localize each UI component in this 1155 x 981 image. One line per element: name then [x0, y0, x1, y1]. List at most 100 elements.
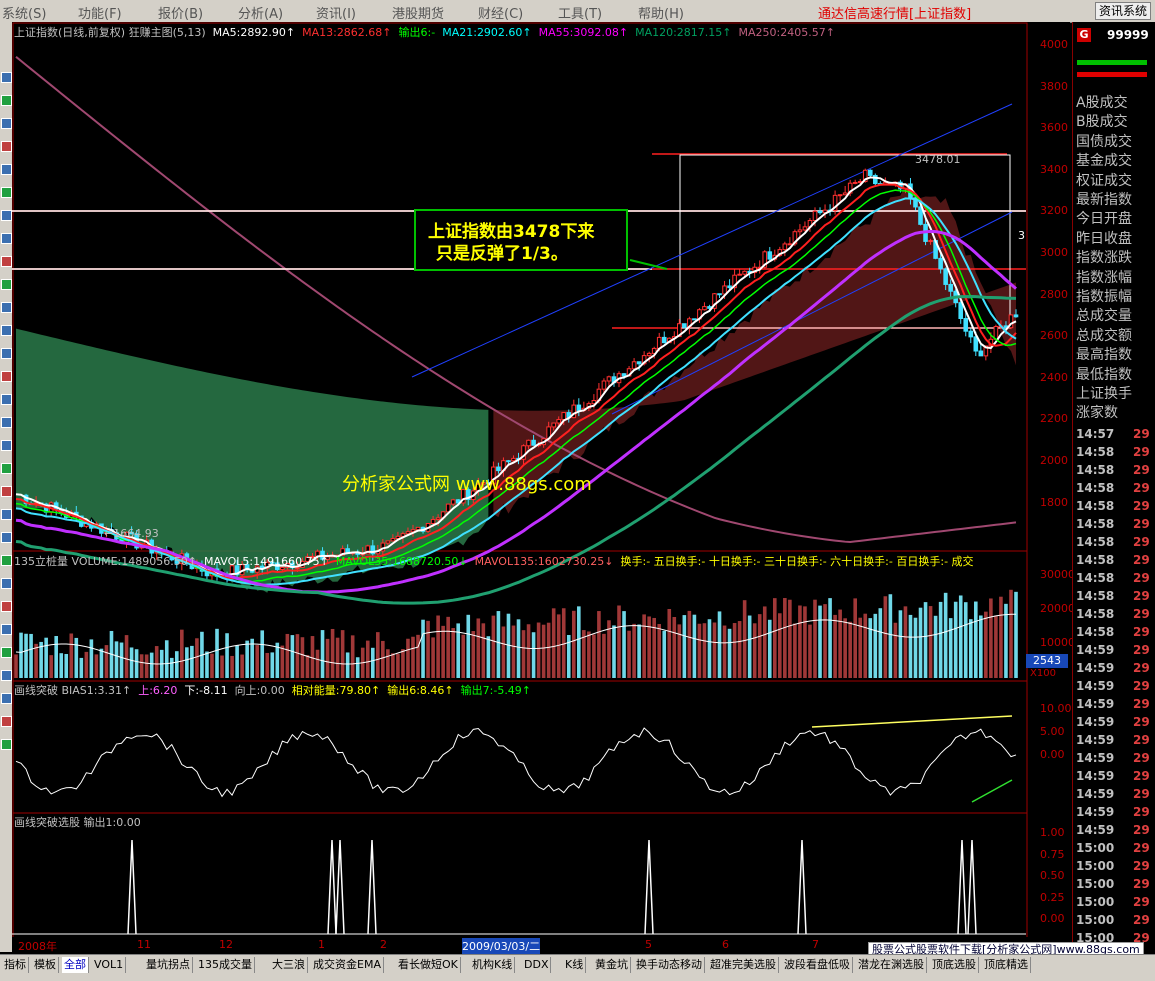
volume-bar — [446, 616, 450, 678]
tool-icon[interactable] — [1, 164, 12, 175]
candle-body — [621, 373, 627, 377]
tool-icon[interactable] — [1, 739, 12, 750]
tool-icon[interactable] — [1, 670, 12, 681]
menu-item[interactable]: 资讯(I) — [316, 3, 356, 22]
volume-bar — [250, 638, 254, 678]
indicator-tab[interactable]: K线 — [563, 957, 587, 973]
indicator-tab[interactable]: VOL1 — [92, 957, 127, 973]
candle-body — [817, 210, 823, 214]
tick-time: 14:57 — [1076, 427, 1115, 441]
indicator-tab[interactable]: 机构K线 — [470, 957, 516, 973]
volume-bar — [406, 638, 410, 678]
header-item: 换手:- 五日换手:- 十日换手:- 三十日换手:- 六十日换手:- 百日换手:… — [620, 555, 974, 568]
volume-bar — [486, 636, 491, 678]
tick-time: 14:59 — [1076, 643, 1115, 657]
tool-icon[interactable] — [1, 509, 12, 520]
tool-icon[interactable] — [1, 647, 12, 658]
indicator-tab[interactable]: 换手动态移动 — [634, 957, 705, 973]
indicator-tab[interactable]: 量坑拐点 — [144, 957, 193, 973]
y-tick-label: 0.00 — [1040, 748, 1065, 761]
x-tick-label: 2008年 — [18, 940, 57, 953]
tool-icon[interactable] — [1, 394, 12, 405]
volume-bar — [838, 609, 842, 678]
volume-bar — [376, 632, 380, 678]
indicator-tab[interactable]: 大三浪 — [270, 957, 308, 973]
header-item: MAVOL35:1688720.50↓ — [335, 555, 468, 568]
volume-bar — [667, 608, 672, 678]
tool-icon[interactable] — [1, 463, 12, 474]
marker-3: 3 — [1018, 229, 1025, 242]
indicator-tab[interactable]: 135成交量 — [196, 957, 255, 973]
chart-area[interactable]: 上证指数(日线,前复权) 狂赚主图(5,13) MA5:2892.90↑ MA13:… — [12, 22, 1075, 954]
tick-time: 14:59 — [1076, 769, 1115, 783]
volume-bar — [677, 624, 682, 678]
tool-icon[interactable] — [1, 716, 12, 727]
quote-label: A股成交 — [1076, 95, 1128, 111]
volume-bar — [893, 622, 898, 678]
tool-icon[interactable] — [1, 187, 12, 198]
indicator-tab[interactable]: 超准完美选股 — [708, 957, 779, 973]
volume-bar — [823, 604, 827, 678]
tool-icon[interactable] — [1, 486, 12, 497]
indicator-tab[interactable]: 黄金坑 — [593, 957, 631, 973]
volume-bar — [305, 655, 310, 678]
tool-icon[interactable] — [1, 233, 12, 244]
menu-item[interactable]: 系统(S) — [2, 3, 46, 22]
tool-icon[interactable] — [1, 555, 12, 566]
indicator-tab[interactable]: 潜龙在渊选股 — [856, 957, 927, 973]
tool-icon[interactable] — [1, 118, 12, 129]
tool-icon[interactable] — [1, 302, 12, 313]
menu-item[interactable]: 报价(B) — [158, 3, 203, 22]
tick-time: 14:58 — [1076, 499, 1115, 513]
tool-icon[interactable] — [1, 348, 12, 359]
tool-icon[interactable] — [1, 624, 12, 635]
volume-bar — [300, 637, 305, 678]
indicator-tab[interactable]: 波段看盘低吸 — [782, 957, 853, 973]
x-tick-label[interactable]: 2009/03/03/二 — [462, 938, 541, 954]
annotation-arrow — [629, 259, 668, 270]
tool-icon[interactable] — [1, 141, 12, 152]
header-item: MAVOL5:1491660.75↑ — [203, 555, 329, 568]
indicator-tab[interactable]: 指标 — [2, 957, 29, 973]
indicator-tab[interactable]: 看长做短OK — [396, 957, 461, 973]
volume-bar — [169, 657, 174, 678]
menu-item[interactable]: 工具(T) — [558, 3, 602, 22]
indicator-tab[interactable]: 顶底选股 — [930, 957, 979, 973]
tool-icon[interactable] — [1, 601, 12, 612]
menu-item[interactable]: 财经(C) — [478, 3, 523, 22]
volume-bar — [190, 645, 194, 678]
tool-icon[interactable] — [1, 532, 12, 543]
indicator-tab[interactable]: 成交资金EMA — [311, 957, 384, 973]
volume-bar — [687, 610, 692, 678]
menu-item[interactable]: 港股期货 — [392, 3, 444, 22]
tool-icon[interactable] — [1, 72, 12, 83]
volume-bar — [139, 654, 144, 678]
tool-icon[interactable] — [1, 440, 12, 451]
tool-icon[interactable] — [1, 417, 12, 428]
tool-icon[interactable] — [1, 210, 12, 221]
volume-bar — [692, 614, 697, 678]
tool-icon[interactable] — [1, 693, 12, 704]
volume-bar — [340, 630, 345, 678]
volume-bar — [396, 653, 400, 678]
tick-time: 14:59 — [1076, 805, 1115, 819]
menu-item[interactable]: 分析(A) — [238, 3, 283, 22]
candle-body — [702, 306, 707, 311]
red-bar — [1077, 72, 1147, 77]
indicator-tab[interactable]: 顶底精选 — [982, 957, 1031, 973]
indicator-tab[interactable]: 模板 — [32, 957, 59, 973]
tool-icon[interactable] — [1, 95, 12, 106]
info-system-button[interactable]: 资讯系统 — [1094, 2, 1151, 20]
tool-icon[interactable] — [1, 371, 12, 382]
tool-icon[interactable] — [1, 578, 12, 589]
volume-bar — [984, 611, 988, 678]
tool-icon[interactable] — [1, 256, 12, 267]
indicator-tab[interactable]: 全部 — [62, 957, 89, 973]
tool-icon[interactable] — [1, 279, 12, 290]
indicator-tab[interactable]: DDX — [522, 957, 552, 973]
menu-item[interactable]: 帮助(H) — [638, 3, 684, 22]
volume-bar — [813, 599, 817, 678]
volume-bar — [19, 632, 23, 678]
tool-icon[interactable] — [1, 325, 12, 336]
menu-item[interactable]: 功能(F) — [78, 3, 122, 22]
